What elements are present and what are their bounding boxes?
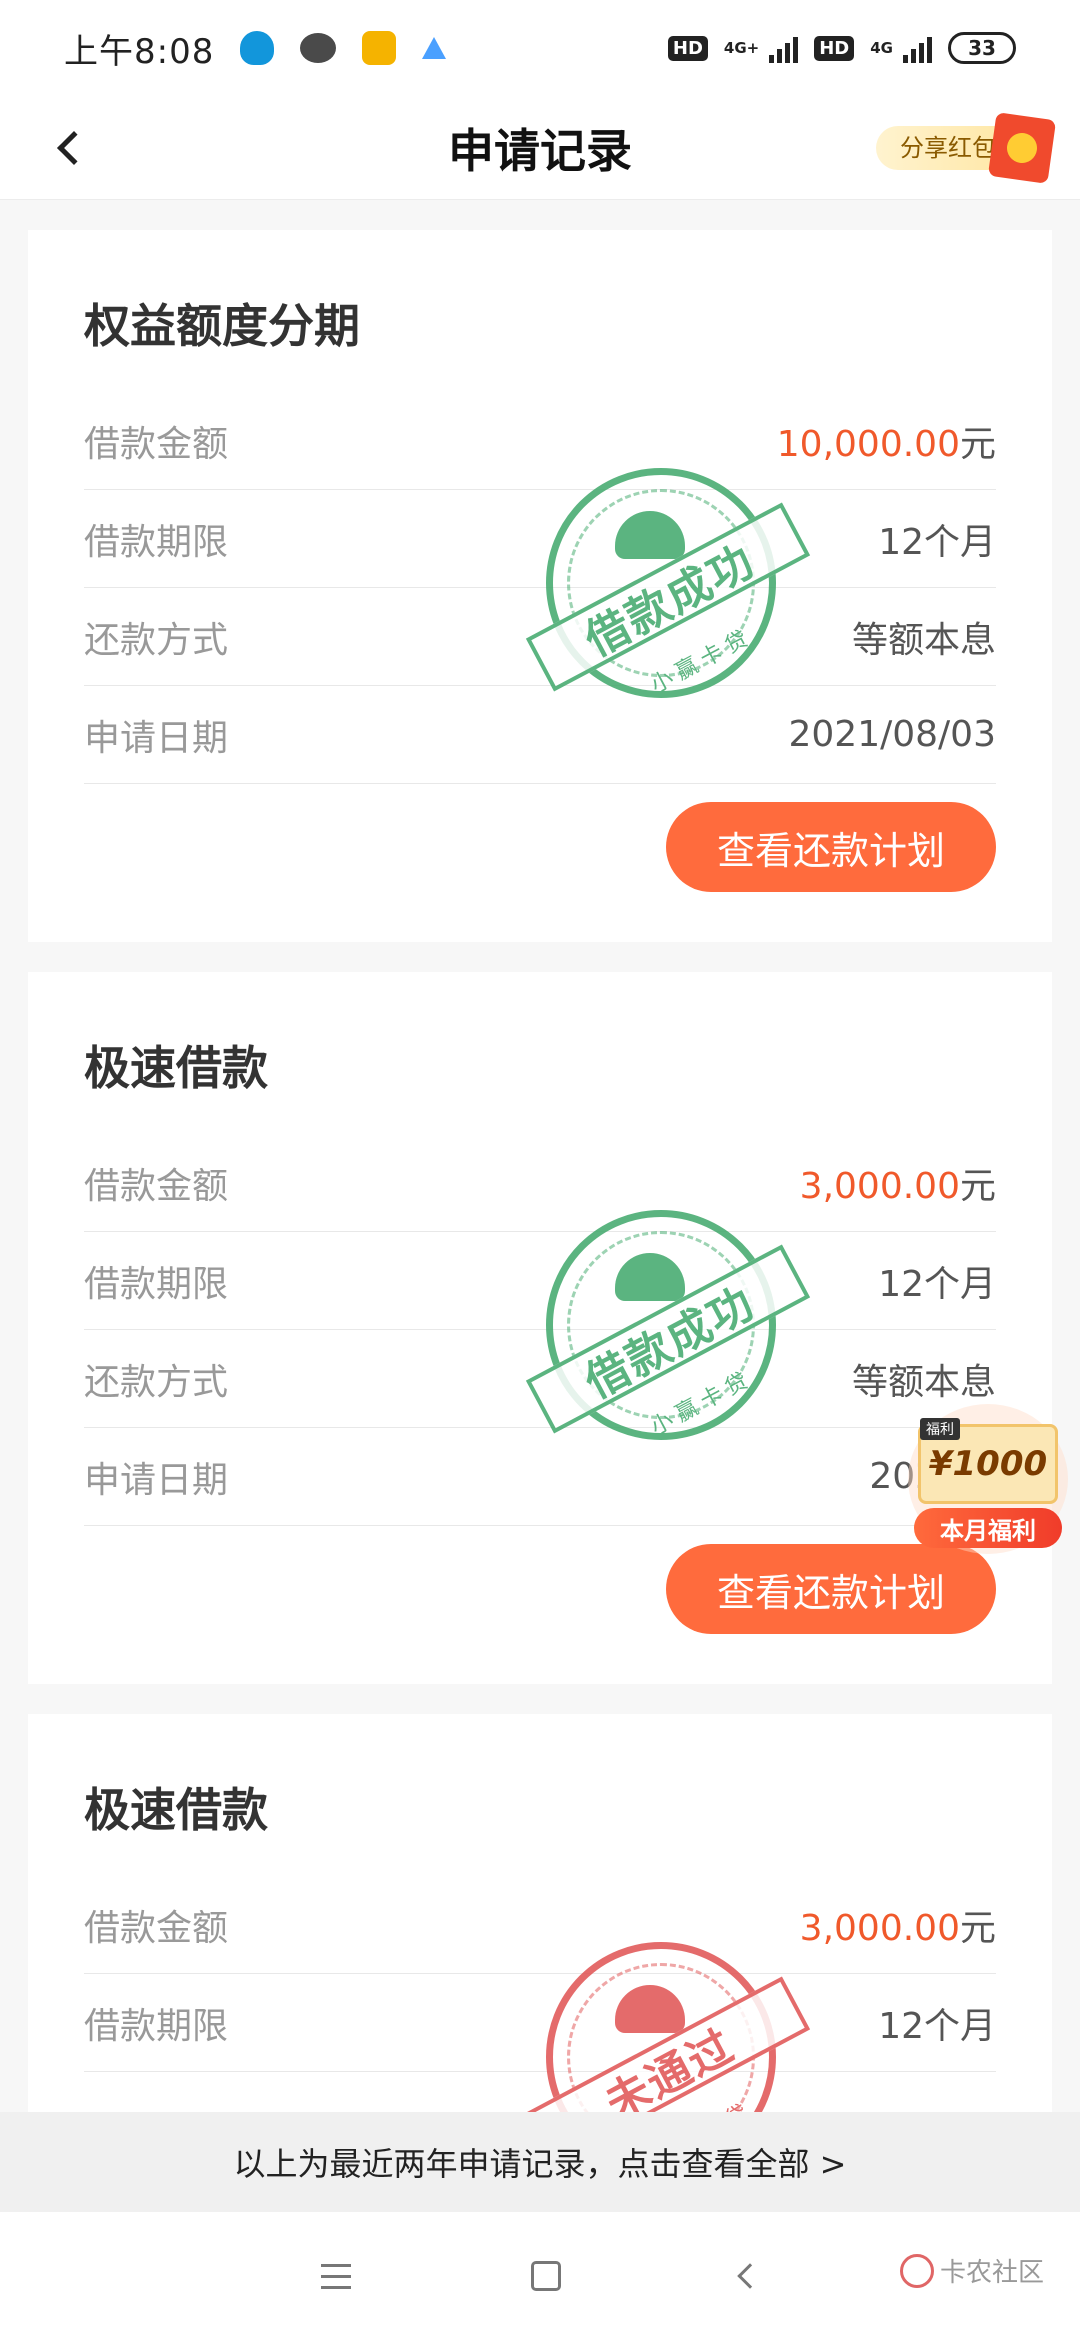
amount-unit: 元 xyxy=(959,423,996,465)
home-icon[interactable] xyxy=(531,2261,561,2291)
row-term: 借款期限 12个月 xyxy=(84,1974,996,2072)
row-value: 12个月 xyxy=(878,2005,996,2047)
amount-unit: 元 xyxy=(959,1907,996,1949)
signal-icon xyxy=(769,33,799,63)
welfare-button[interactable]: 本月福利 xyxy=(914,1508,1062,1548)
wechat-icon xyxy=(300,33,337,63)
card-title: 极速借款 xyxy=(84,1783,268,1837)
application-card: 权益额度分期 借款金额 10,000.00元 借款期限 12个月 还款方式 等额… xyxy=(28,230,1052,942)
network-type-2: 4G xyxy=(870,38,893,57)
row-label: 借款金额 xyxy=(84,423,229,465)
row-term: 借款期限 12个月 xyxy=(84,490,996,588)
row-label: 借款期限 xyxy=(84,521,229,563)
row-label: 还款方式 xyxy=(84,619,229,661)
battery-icon: 33 xyxy=(948,32,1016,64)
card-title: 极速借款 xyxy=(84,1041,268,1095)
welfare-tag: 福利 xyxy=(920,1418,960,1440)
row-value: 2021/08/03 xyxy=(788,714,997,755)
row-value: 12个月 xyxy=(878,1263,996,1305)
amount-value: 3,000.00 xyxy=(799,1907,960,1949)
app-notification-icon xyxy=(422,37,447,59)
row-value: 等额本息 xyxy=(851,619,996,661)
status-bar: 上午8:08 HD 4G+ HD 4G 33 xyxy=(0,0,1080,96)
application-card: 极速借款 借款金额 3,000.00元 借款期限 12个月 还款方式 等额本息 … xyxy=(28,972,1052,1684)
system-nav-bar: 卡农社区 xyxy=(0,2212,1080,2340)
weibo-icon xyxy=(362,31,397,65)
page-title: 申请记录 xyxy=(448,123,632,178)
view-repayment-plan-button[interactable]: 查看还款计划 xyxy=(666,1544,996,1634)
row-label: 申请日期 xyxy=(84,1459,229,1501)
row-amount: 借款金额 3,000.00元 xyxy=(84,1134,996,1232)
row-label: 申请日期 xyxy=(84,717,229,759)
row-value: 10,000.00元 xyxy=(777,415,996,467)
view-repayment-plan-button[interactable]: 查看还款计划 xyxy=(666,802,996,892)
row-label: 借款期限 xyxy=(84,1263,229,1305)
hd-icon: HD xyxy=(667,35,708,61)
back-button[interactable] xyxy=(44,118,104,178)
row-label: 借款金额 xyxy=(84,1165,229,1207)
row-value: 3,000.00元 xyxy=(800,1157,996,1209)
chevron-left-icon xyxy=(57,131,91,165)
row-value: 3,000.00元 xyxy=(800,1899,996,1951)
row-date: 申请日期 2021/08/03 xyxy=(84,686,996,784)
watermark-logo-icon xyxy=(899,2253,934,2288)
amount-unit: 元 xyxy=(959,1165,996,1207)
watermark: 卡农社区 xyxy=(899,2252,1044,2289)
status-time: 上午8:08 xyxy=(64,31,215,72)
amount-value: 10,000.00 xyxy=(776,423,960,465)
amount-value: 3,000.00 xyxy=(799,1165,960,1207)
row-label: 还款方式 xyxy=(84,1361,229,1403)
view-all-records-link[interactable]: 以上为最近两年申请记录，点击查看全部 > xyxy=(0,2112,1080,2212)
menu-icon[interactable] xyxy=(321,2263,351,2289)
row-value: 12个月 xyxy=(878,521,996,563)
card-title: 权益额度分期 xyxy=(84,299,360,353)
watermark-text: 卡农社区 xyxy=(939,2258,1044,2288)
row-label: 借款期限 xyxy=(84,2005,229,2047)
row-label: 借款金额 xyxy=(84,1907,229,1949)
red-envelope-icon xyxy=(987,112,1057,184)
row-amount: 借款金额 3,000.00元 xyxy=(84,1876,996,1974)
row-term: 借款期限 12个月 xyxy=(84,1232,996,1330)
hd-icon-2: HD xyxy=(814,35,855,61)
monthly-welfare-widget[interactable]: ¥1000 福利 本月福利 xyxy=(908,1404,1068,1554)
row-amount: 借款金额 10,000.00元 xyxy=(84,392,996,490)
application-card: 极速借款 借款金额 3,000.00元 借款期限 12个月 未通过 小赢卡贷 xyxy=(28,1714,1052,2173)
status-stamp: 借款成功 小赢卡贷 xyxy=(525,468,811,699)
row-date: 申请日期 2021/0 xyxy=(84,1428,996,1526)
back-nav-icon[interactable] xyxy=(737,2263,763,2289)
status-stamp: 借款成功 小赢卡贷 xyxy=(525,1210,811,1441)
signal-icon-2 xyxy=(903,33,932,63)
header: 申请记录 分享红包 xyxy=(0,96,1080,200)
qq-icon xyxy=(240,31,275,65)
share-red-packet-button[interactable]: 分享红包 xyxy=(876,112,1057,184)
row-value: 等额本息 xyxy=(851,1361,996,1403)
network-type: 4G+ xyxy=(723,38,760,57)
